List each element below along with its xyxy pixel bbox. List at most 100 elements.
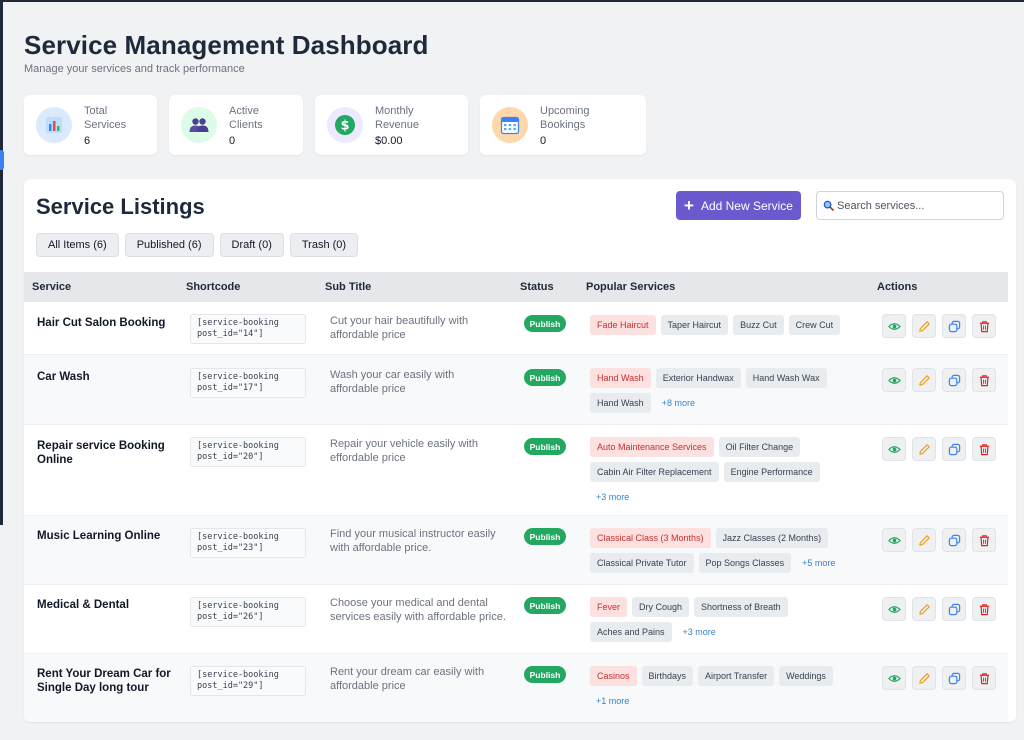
view-button[interactable] — [882, 528, 906, 552]
duplicate-button[interactable] — [942, 314, 966, 338]
duplicate-button[interactable] — [942, 368, 966, 392]
more-services-link[interactable]: +1 more — [590, 691, 635, 711]
stat-value: 0 — [540, 134, 547, 147]
popular-services-tags: Auto Maintenance Services Oil Filter Cha… — [590, 437, 830, 507]
duplicate-icon — [948, 603, 960, 615]
filter-all-items[interactable]: All Items (6) — [36, 233, 119, 257]
service-subtitle: Rent your dream car easily with affordab… — [330, 666, 485, 692]
service-tag: Airport Transfer — [698, 666, 775, 686]
service-name[interactable]: Rent Your Dream Car for Single Day long … — [37, 667, 177, 695]
more-services-link[interactable]: +5 more — [796, 553, 841, 573]
trash-icon — [979, 534, 989, 546]
service-tag: Pop Songs Classes — [698, 553, 792, 573]
column-header-subtitle[interactable]: Sub Title — [325, 281, 371, 293]
duplicate-button[interactable] — [942, 437, 966, 461]
service-name[interactable]: Repair service Booking Online — [37, 439, 177, 467]
column-header-service[interactable]: Service — [32, 281, 71, 293]
shortcode[interactable]: [service-booking post_id="29"] — [190, 666, 306, 696]
column-header-status[interactable]: Status — [520, 281, 554, 293]
duplicate-icon — [948, 320, 960, 332]
service-tag: Auto Maintenance Services — [590, 437, 714, 457]
stat-label: Total Services — [84, 104, 127, 131]
delete-button[interactable] — [972, 528, 996, 552]
edit-button[interactable] — [912, 597, 936, 621]
stat-card-upcoming-bookings: Upcoming Bookings 0 — [480, 95, 646, 155]
filter-draft[interactable]: Draft (0) — [219, 233, 284, 257]
view-button[interactable] — [882, 368, 906, 392]
duplicate-button[interactable] — [942, 528, 966, 552]
add-new-service-button[interactable]: + Add New Service — [676, 191, 801, 220]
table-row: Music Learning Online [service-booking p… — [24, 516, 1008, 585]
trash-icon — [979, 603, 989, 615]
service-name[interactable]: Music Learning Online — [37, 529, 177, 543]
popular-services-tags: Classical Class (3 Months) Jazz Classes … — [590, 528, 852, 573]
delete-button[interactable] — [972, 368, 996, 392]
eye-icon — [887, 376, 901, 384]
view-button[interactable] — [882, 597, 906, 621]
service-tag: Hand Wash — [590, 393, 651, 413]
service-tag: Hand Wash Wax — [745, 368, 827, 388]
stat-card-total-services: Total Services 6 — [24, 95, 157, 155]
sidebar-toggle-handle[interactable] — [0, 150, 4, 170]
duplicate-icon — [948, 443, 960, 455]
service-tag: Casinos — [590, 666, 637, 686]
row-actions — [882, 528, 996, 552]
shortcode[interactable]: [service-booking post_id="26"] — [190, 597, 306, 627]
view-button[interactable] — [882, 314, 906, 338]
duplicate-icon — [948, 534, 960, 546]
page-title: Service Management Dashboard — [24, 30, 429, 60]
more-services-link[interactable]: +3 more — [677, 622, 722, 642]
column-header-shortcode[interactable]: Shortcode — [186, 281, 240, 293]
delete-button[interactable] — [972, 437, 996, 461]
delete-button[interactable] — [972, 314, 996, 338]
service-tag: Buzz Cut — [733, 315, 784, 335]
more-services-link[interactable]: +3 more — [590, 487, 635, 507]
stat-label: Upcoming Bookings — [540, 104, 590, 131]
popular-services-tags: Fever Dry Cough Shortness of Breath Ache… — [590, 597, 810, 642]
edit-button[interactable] — [912, 314, 936, 338]
listings-title: Service Listings — [36, 194, 205, 219]
stat-value: 6 — [84, 134, 91, 147]
shortcode[interactable]: [service-booking post_id="14"] — [190, 314, 306, 344]
shortcode[interactable]: [service-booking post_id="17"] — [190, 368, 306, 398]
more-services-link[interactable]: +8 more — [656, 393, 701, 413]
pencil-icon — [918, 443, 930, 455]
edit-button[interactable] — [912, 368, 936, 392]
edit-button[interactable] — [912, 528, 936, 552]
view-button[interactable] — [882, 666, 906, 690]
delete-button[interactable] — [972, 666, 996, 690]
service-name[interactable]: Car Wash — [37, 370, 177, 384]
service-tag: Hand Wash — [590, 368, 651, 388]
edit-button[interactable] — [912, 437, 936, 461]
duplicate-icon — [948, 374, 960, 386]
view-button[interactable] — [882, 437, 906, 461]
service-tag: Cabin Air Filter Replacement — [590, 462, 719, 482]
search-input[interactable] — [837, 199, 997, 212]
table-row: Car Wash [service-booking post_id="17"] … — [24, 355, 1008, 425]
service-tag: Birthdays — [641, 666, 694, 686]
service-name[interactable]: Medical & Dental — [37, 598, 177, 612]
status-badge: Publish — [524, 528, 566, 545]
status-badge: Publish — [524, 369, 566, 386]
table-row: Repair service Booking Online [service-b… — [24, 425, 1008, 516]
column-header-popular-services[interactable]: Popular Services — [586, 281, 675, 293]
edit-button[interactable] — [912, 666, 936, 690]
search-box — [816, 191, 1004, 220]
service-tag: Classical Class (3 Months) — [590, 528, 711, 548]
column-header-actions: Actions — [877, 281, 918, 293]
trash-icon — [979, 320, 989, 332]
duplicate-button[interactable] — [942, 666, 966, 690]
service-tag: Aches and Pains — [590, 622, 672, 642]
shortcode[interactable]: [service-booking post_id="23"] — [190, 528, 306, 558]
service-name[interactable]: Hair Cut Salon Booking — [37, 316, 177, 330]
add-new-service-label: Add New Service — [700, 198, 793, 213]
pencil-icon — [918, 672, 930, 684]
delete-button[interactable] — [972, 597, 996, 621]
service-tag: Fade Haircut — [590, 315, 656, 335]
duplicate-button[interactable] — [942, 597, 966, 621]
shortcode[interactable]: [service-booking post_id="20"] — [190, 437, 306, 467]
stat-label: Active Clients — [229, 104, 263, 131]
service-tag: Shortness of Breath — [694, 597, 788, 617]
filter-published[interactable]: Published (6) — [124, 233, 214, 257]
filter-trash[interactable]: Trash (0) — [289, 233, 359, 257]
